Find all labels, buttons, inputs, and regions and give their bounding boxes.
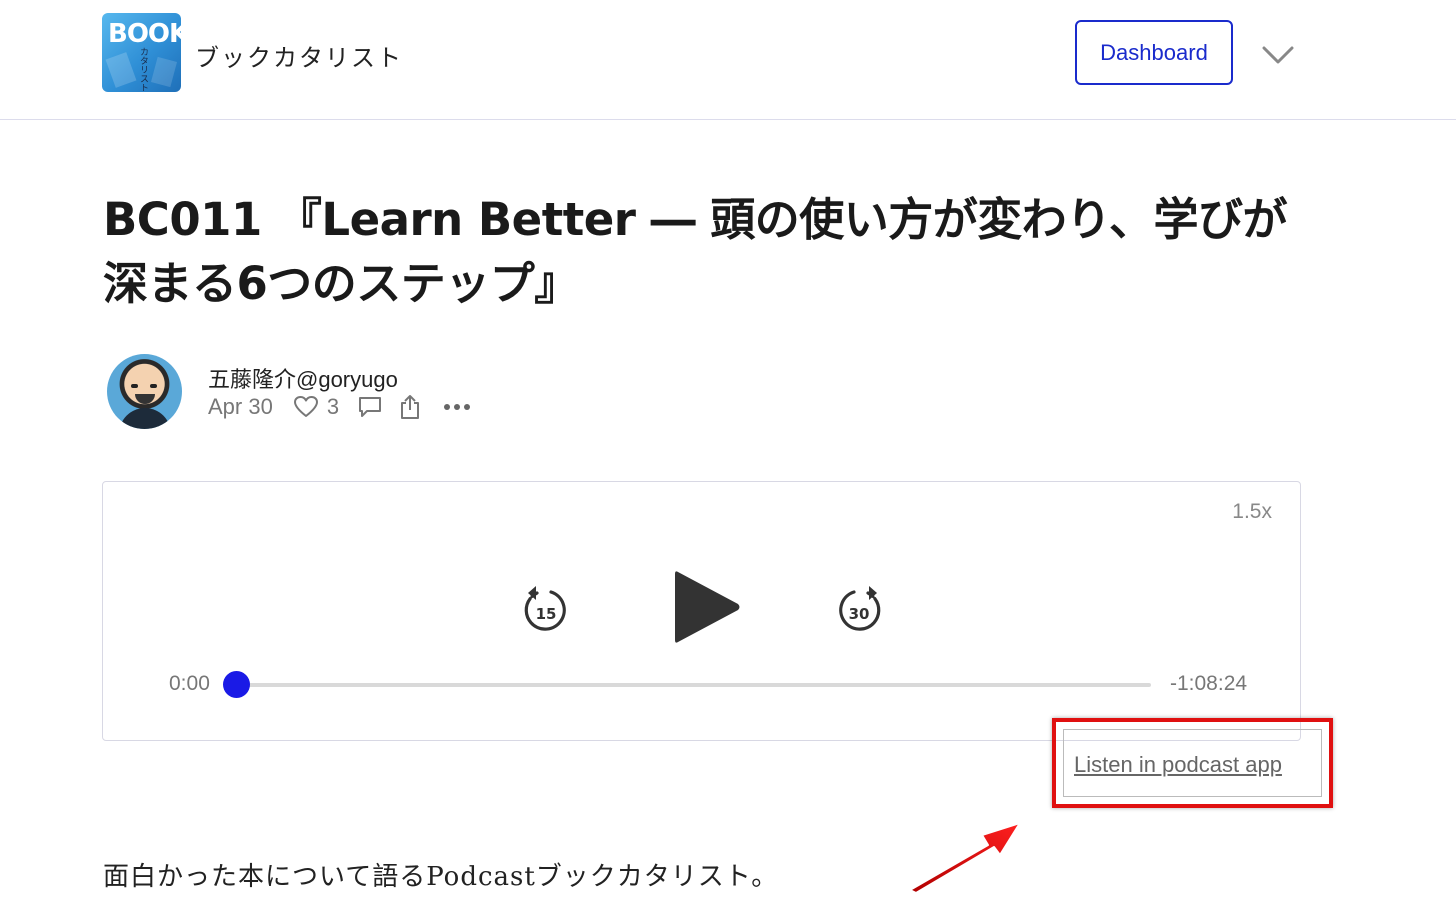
logo-subtext: カタリスト: [139, 47, 149, 92]
post-date: Apr 30: [208, 394, 273, 419]
heart-icon[interactable]: [293, 395, 319, 419]
progress-thumb[interactable]: [223, 671, 250, 698]
site-name[interactable]: ブックカタリスト: [195, 38, 403, 73]
chevron-down-icon[interactable]: [1261, 40, 1295, 70]
current-time: 0:00: [169, 672, 210, 695]
author-avatar[interactable]: [107, 354, 182, 429]
audio-player: 1.5x 15 30 0:00 -1:08:24: [102, 481, 1301, 741]
logo-decoration: [150, 56, 178, 88]
logo-text: BOOK: [108, 19, 181, 49]
avatar-eye: [150, 384, 157, 388]
post-body-text: 面白かった本について語るPodcastブックカタリスト。: [103, 862, 779, 892]
annotation-arrow-icon: [909, 822, 1021, 894]
site-logo[interactable]: BOOK カタリスト: [102, 13, 181, 92]
logo-decoration: [105, 52, 137, 88]
dashboard-button[interactable]: Dashboard: [1075, 20, 1233, 85]
play-icon[interactable]: [672, 567, 742, 647]
skip-back-label: 15: [536, 605, 557, 623]
remaining-time: -1:08:24: [1170, 672, 1248, 695]
avatar-beard: [135, 394, 155, 404]
skip-back-icon[interactable]: 15: [523, 585, 569, 633]
comment-icon[interactable]: [357, 395, 383, 419]
like-count: 3: [326, 394, 340, 419]
avatar-eye: [131, 384, 138, 388]
share-icon[interactable]: [399, 394, 421, 420]
post-meta: Apr 30 3: [208, 393, 471, 421]
progress-track[interactable]: [236, 683, 1151, 687]
skip-forward-label: 30: [849, 605, 870, 623]
skip-forward-icon[interactable]: 30: [836, 585, 882, 633]
playback-speed[interactable]: 1.5x: [1232, 500, 1272, 524]
listen-in-podcast-app-link[interactable]: Listen in podcast app: [1074, 752, 1282, 778]
author-name[interactable]: 五藤隆介@goryugo: [208, 362, 398, 394]
more-options-icon[interactable]: [443, 402, 471, 412]
avatar-shirt: [119, 408, 171, 429]
post-title: BC011 『Learn Better ― 頭の使い方が変わり、学びが深まる6つ…: [103, 193, 1287, 310]
site-header: BOOK カタリスト ブックカタリスト Dashboard: [0, 0, 1456, 120]
